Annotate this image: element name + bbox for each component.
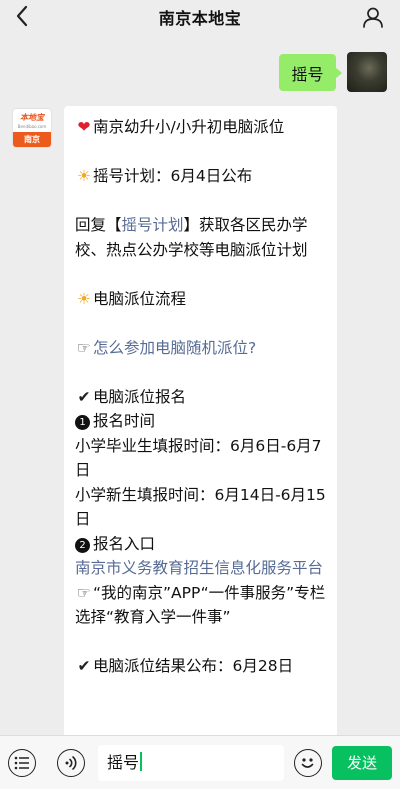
faq-link[interactable]: 怎么参加电脑随机派位? <box>93 339 256 357</box>
checkmark-icon: ✔ <box>77 657 91 675</box>
process-heading: 电脑派位流程 <box>93 289 187 308</box>
result-line: ✔ 电脑派位结果公布：6月28日 <box>75 654 327 679</box>
message-input-value: 摇号 <box>107 753 140 772</box>
reply-prefix: 回复【 <box>75 216 122 234</box>
pointing-hand-icon: ☞ <box>77 338 91 357</box>
send-button[interactable]: 发送 <box>332 746 392 780</box>
voice-input-button[interactable] <box>57 749 85 777</box>
number-two-badge: 2 <box>75 537 90 553</box>
message-title-line: ❤ 南京幼升小/小升初电脑派位 <box>75 115 327 140</box>
process-heading-line: ☀ 电脑派位流程 <box>75 287 327 312</box>
item2-label: 报名入口 <box>93 534 156 553</box>
item2-line: 2 报名入口 <box>75 532 327 557</box>
sun-icon: ☀ <box>77 289 91 308</box>
list-icon <box>14 756 29 770</box>
graduate-time-line: 小学毕业生填报时间：6月6日-6月7日 <box>75 436 322 480</box>
reply-keyword-link[interactable]: 摇号计划 <box>122 216 184 234</box>
portal-link[interactable]: 南京市义务教育招生信息化服务平台 <box>75 556 327 581</box>
chat-title: 南京本地宝 <box>158 9 242 28</box>
incoming-message-bubble: ❤ 南京幼升小/小升初电脑派位 ☀ 摇号计划：6月4日公布 回复【摇号计划】获取各区… <box>64 106 337 742</box>
message-input[interactable]: 摇号 <box>98 745 284 781</box>
outgoing-message-text: 摇号 <box>291 64 324 84</box>
new-student-time-line: 小学新生填报时间：6月14日-6月15日 <box>75 485 326 529</box>
number-one-badge: 1 <box>75 415 90 430</box>
back-button[interactable] <box>10 3 34 29</box>
message-title: 南京幼升小/小升初电脑派位 <box>93 118 285 136</box>
profile-button[interactable] <box>360 4 386 30</box>
result-text: 电脑派位结果公布：6月28日 <box>93 657 294 675</box>
sound-wave-icon <box>65 756 77 770</box>
faq-line: ☞ 怎么参加电脑随机派位? <box>75 336 327 361</box>
pointing-hand-icon: ☞ <box>77 583 91 602</box>
sun-icon: ☀ <box>77 167 91 185</box>
avatar-city-text: 南京 <box>13 132 51 147</box>
plan-text: 摇号计划：6月4日公布 <box>93 167 253 185</box>
app-line: ☞ “我的南京”APP“一件事服务”专栏选择“教育入学一件事” <box>75 581 327 630</box>
signup-heading: 电脑派位报名 <box>93 387 187 406</box>
list-menu-button[interactable] <box>8 749 36 777</box>
item1-label: 报名时间 <box>93 412 156 430</box>
bot-avatar[interactable]: 本地宝 Bendibao.com 南京 <box>12 108 52 148</box>
user-icon <box>363 7 383 28</box>
heart-icon: ❤ <box>77 118 91 136</box>
smiley-icon <box>301 758 314 768</box>
emoji-button[interactable] <box>294 749 322 777</box>
composer-bar: 摇号 发送 <box>0 735 400 789</box>
item1-line: 1 报名时间 <box>75 409 327 434</box>
checkmark-icon: ✔ <box>77 387 91 406</box>
signup-heading-line: ✔ 电脑派位报名 <box>75 385 327 410</box>
chevron-left-icon <box>16 5 28 27</box>
app-text: “我的南京”APP“一件事服务”专栏选择“教育入学一件事” <box>75 583 326 627</box>
avatar-brand-text: 本地宝 <box>20 113 44 122</box>
outgoing-message-bubble[interactable]: 摇号 <box>279 54 342 91</box>
avatar-brand-sub: Bendibao.com <box>17 124 47 129</box>
my-avatar[interactable] <box>347 52 387 92</box>
reply-line: 回复【摇号计划】获取各区民办学校、热点公办学校等电脑派位计划 <box>75 213 327 262</box>
text-caret <box>140 752 142 771</box>
plan-line: ☀ 摇号计划：6月4日公布 <box>75 164 327 189</box>
top-bar: 南京本地宝 <box>0 0 400 34</box>
